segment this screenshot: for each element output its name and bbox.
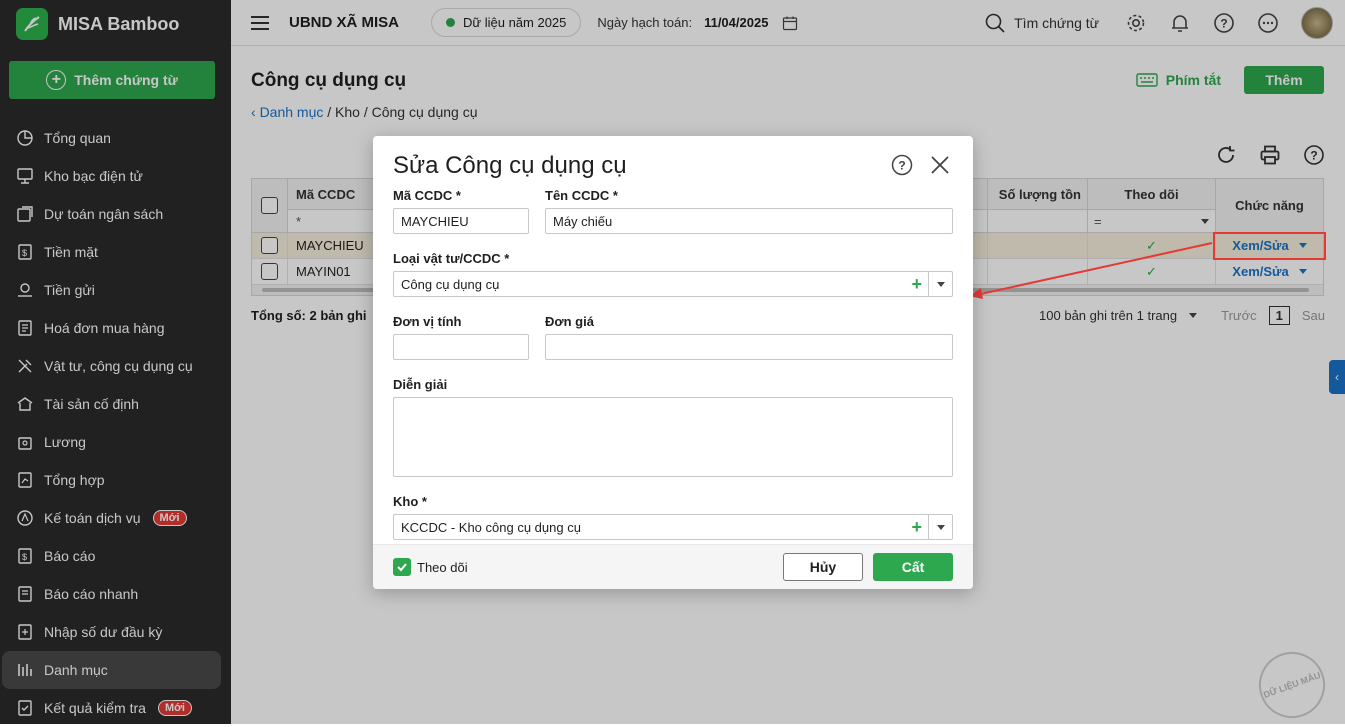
- stock-combobox[interactable]: KCCDC - Kho công cụ dụng cụ +: [393, 514, 953, 540]
- unit-input[interactable]: [393, 334, 529, 360]
- add-type-icon[interactable]: +: [911, 275, 922, 293]
- cancel-button[interactable]: Hủy: [783, 553, 863, 581]
- type-label: Loại vật tư/CCDC *: [393, 251, 510, 266]
- stock-dropdown-button[interactable]: [928, 515, 952, 539]
- dialog-title: Sửa Công cụ dụng cụ: [393, 152, 627, 179]
- track-checkbox[interactable]: Theo dõi: [393, 558, 468, 576]
- dialog-footer: Theo dõi Hủy Cất: [373, 544, 973, 589]
- close-icon[interactable]: [929, 154, 951, 176]
- price-input[interactable]: [545, 334, 953, 360]
- track-label: Theo dõi: [417, 559, 468, 575]
- stock-value: KCCDC - Kho công cụ dụng cụ: [401, 519, 581, 535]
- svg-text:?: ?: [898, 159, 905, 173]
- type-dropdown-button[interactable]: [928, 272, 952, 296]
- name-input[interactable]: Máy chiếu: [545, 208, 953, 234]
- save-button[interactable]: Cất: [873, 553, 953, 581]
- add-stock-icon[interactable]: +: [911, 518, 922, 536]
- unit-label: Đơn vị tính: [393, 314, 462, 329]
- help-icon[interactable]: ?: [891, 154, 913, 176]
- description-label: Diễn giải: [393, 377, 448, 392]
- chevron-down-icon: [936, 281, 945, 287]
- code-label: Mã CCDC *: [393, 188, 461, 203]
- edit-ccdc-dialog: Sửa Công cụ dụng cụ ? Mã CCDC * MAYCHIEU…: [373, 136, 973, 589]
- type-combobox[interactable]: Công cụ dụng cụ +: [393, 271, 953, 297]
- description-textarea[interactable]: [393, 397, 953, 477]
- type-value: Công cụ dụng cụ: [401, 276, 500, 292]
- name-label: Tên CCDC *: [545, 188, 618, 203]
- price-label: Đơn giá: [545, 314, 594, 329]
- stock-label: Kho *: [393, 494, 427, 509]
- checkbox-checked-icon: [393, 558, 411, 576]
- chevron-down-icon: [936, 524, 945, 530]
- code-input[interactable]: MAYCHIEU: [393, 208, 529, 234]
